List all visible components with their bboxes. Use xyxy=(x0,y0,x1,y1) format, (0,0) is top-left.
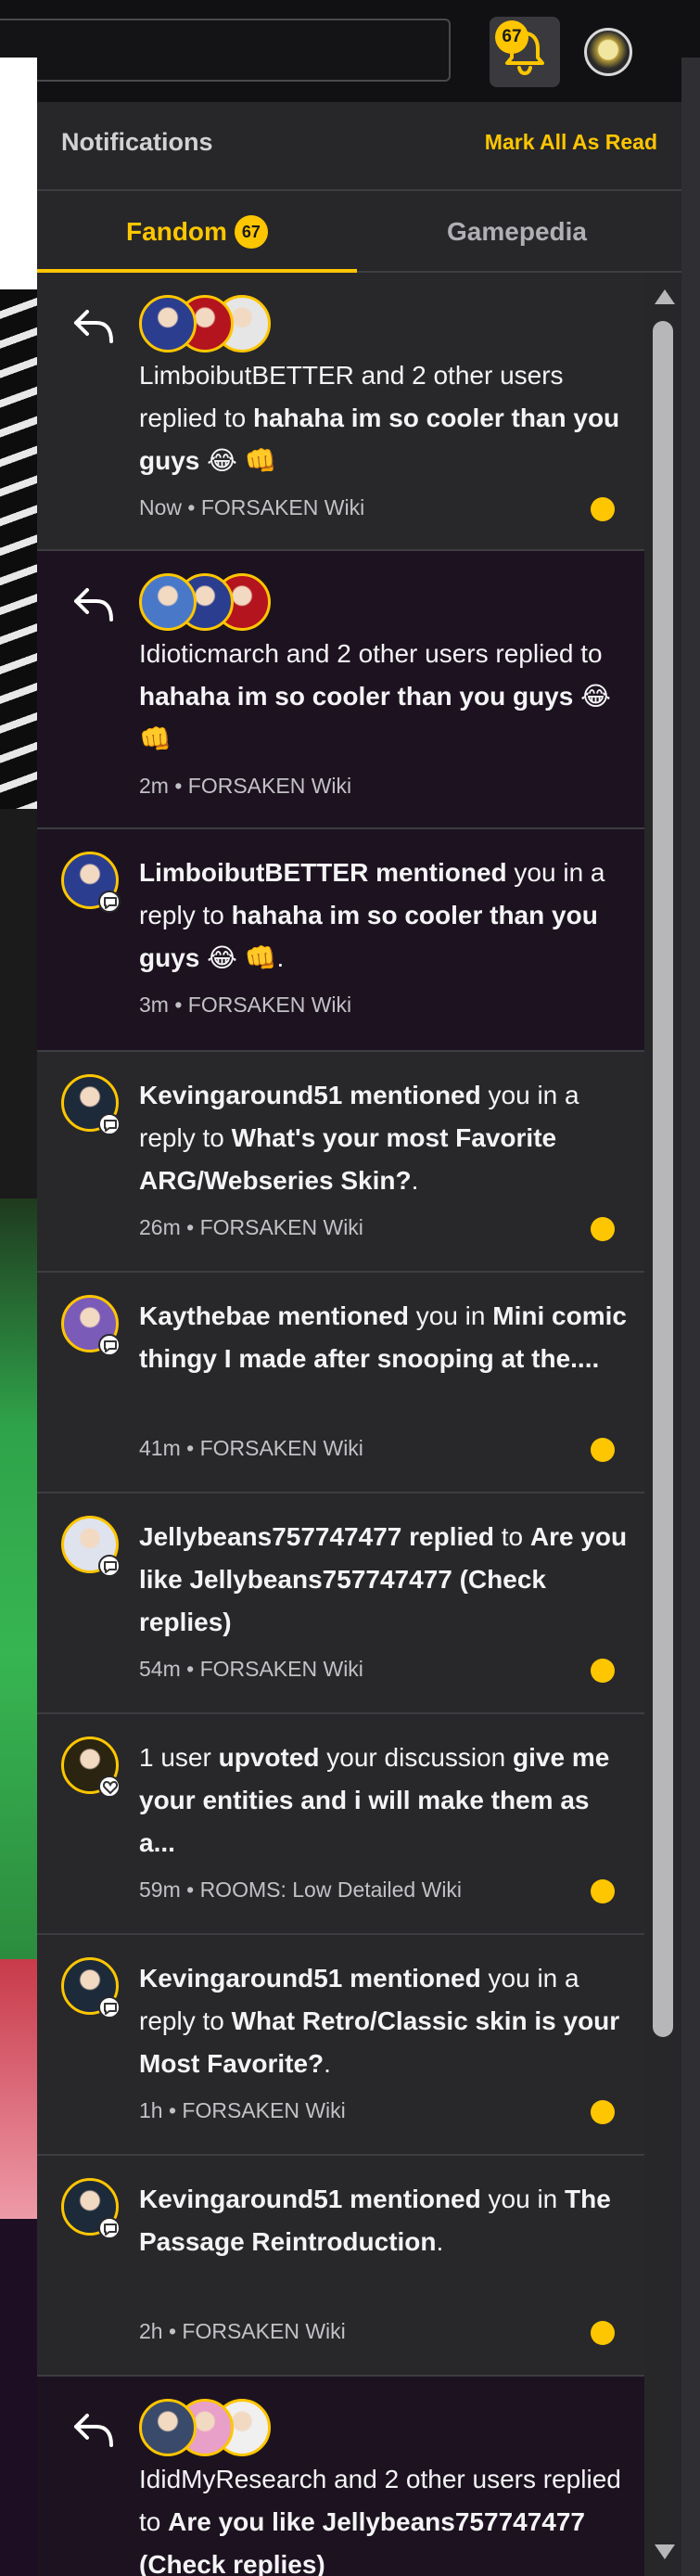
notification-item[interactable]: LimboibutBETTER and 2 other users replie… xyxy=(37,273,644,551)
unread-dot[interactable] xyxy=(591,1217,615,1241)
notification-text-part: Kevingaround51 xyxy=(139,1081,343,1109)
comment-bubble-icon xyxy=(98,891,121,913)
notification-text: Kevingaround51 mentioned you in The Pass… xyxy=(139,2178,630,2263)
notification-item[interactable]: 1 user upvoted your discussion give me y… xyxy=(37,1714,644,1935)
panel-title: Notifications xyxy=(61,128,213,156)
notification-text: 1 user upvoted your discussion give me y… xyxy=(139,1737,630,1865)
notification-list: LimboibutBETTER and 2 other users replie… xyxy=(37,273,644,2576)
notification-count-badge: 67 xyxy=(495,20,528,54)
notification-tabs: Fandom 67 Gamepedia xyxy=(37,189,681,273)
panel-header: Notifications Mark All As Read xyxy=(37,102,681,189)
notification-text: Kevingaround51 mentioned you in a reply … xyxy=(139,1074,630,1202)
notification-meta: 41m • FORSAKEN Wiki xyxy=(139,1436,363,1460)
reply-arrow-icon xyxy=(74,310,113,343)
notification-text-part: to xyxy=(493,1522,530,1551)
notification-meta: 3m • FORSAKEN Wiki xyxy=(139,993,352,1017)
window-edge xyxy=(681,58,700,2576)
notification-text-part: mentioned xyxy=(342,2185,481,2213)
notification-text-part: upvoted xyxy=(218,1743,320,1772)
notification-meta: 1h • FORSAKEN Wiki xyxy=(139,2098,346,2122)
notification-text-part: Kaythebae xyxy=(139,1301,271,1330)
user-avatar[interactable] xyxy=(139,2399,197,2456)
notification-text-part: your discussion xyxy=(319,1743,514,1772)
scrollbar[interactable] xyxy=(644,273,681,2576)
notifications-panel: Notifications Mark All As Read Fandom 67 … xyxy=(37,102,681,2576)
unread-dot[interactable] xyxy=(591,1438,615,1462)
notification-meta: 59m • ROOMS: Low Detailed Wiki xyxy=(139,1878,463,1902)
notification-item[interactable]: Idioticmarch and 2 other users replied t… xyxy=(37,551,644,829)
comment-bubble-icon xyxy=(98,2217,121,2239)
notification-text: IdidMyResearch and 2 other users replied… xyxy=(139,2458,630,2576)
notification-meta: 2m • FORSAKEN Wiki xyxy=(139,774,352,798)
comment-bubble-icon xyxy=(98,1555,121,1577)
notification-meta: 26m • FORSAKEN Wiki xyxy=(139,1215,363,1239)
notification-text-part: Jellybeans757747477 xyxy=(139,1522,402,1551)
notification-item[interactable]: IdidMyResearch and 2 other users replied… xyxy=(37,2377,644,2576)
notification-text-part: . xyxy=(411,1166,419,1195)
notification-text-part: hahaha im so cooler than you guys 😂 👊 xyxy=(139,682,611,753)
notification-text-part: mentioned xyxy=(270,1301,409,1330)
notification-text-part: replied xyxy=(401,1522,494,1551)
search-input[interactable] xyxy=(0,19,451,82)
notification-text-part: . xyxy=(276,943,285,972)
notification-text: Kevingaround51 mentioned you in a reply … xyxy=(139,1957,630,2085)
heart-icon xyxy=(98,1775,121,1798)
tab-gamepedia-label: Gamepedia xyxy=(447,217,587,246)
comment-bubble-icon xyxy=(98,1996,121,2019)
tab-fandom[interactable]: Fandom 67 xyxy=(37,191,357,273)
notifications-button[interactable]: 67 xyxy=(490,17,560,87)
notification-text-part: you in xyxy=(480,2185,566,2213)
notification-text: LimboibutBETTER mentioned you in a reply… xyxy=(139,852,630,980)
notification-text-part: mentioned xyxy=(342,1081,481,1109)
user-avatar[interactable] xyxy=(139,573,197,631)
notification-item[interactable]: Kaythebae mentioned you in Mini comic th… xyxy=(37,1273,644,1493)
unread-dot[interactable] xyxy=(591,2321,615,2345)
notification-item[interactable]: Jellybeans757747477 replied to Are you l… xyxy=(37,1493,644,1714)
notification-item[interactable]: LimboibutBETTER mentioned you in a reply… xyxy=(37,829,644,1052)
unread-dot[interactable] xyxy=(591,497,615,521)
unread-dot[interactable] xyxy=(591,2100,615,2124)
notification-item[interactable]: Kevingaround51 mentioned you in a reply … xyxy=(37,1935,644,2156)
background-art xyxy=(0,58,37,2576)
reply-arrow-icon xyxy=(74,2414,113,2447)
notification-meta: 2h • FORSAKEN Wiki xyxy=(139,2319,346,2343)
notification-text: LimboibutBETTER and 2 other users replie… xyxy=(139,354,630,482)
notification-text-part: mentioned xyxy=(342,1964,481,1993)
notification-meta: 54m • FORSAKEN Wiki xyxy=(139,1657,363,1681)
unread-dot[interactable] xyxy=(591,1879,615,1903)
unread-dot[interactable] xyxy=(591,1659,615,1683)
notification-text-part: LimboibutBETTER xyxy=(139,858,369,887)
notification-item[interactable]: Kevingaround51 mentioned you in a reply … xyxy=(37,1052,644,1273)
comment-bubble-icon xyxy=(98,1334,121,1356)
tab-fandom-label: Fandom xyxy=(126,217,227,246)
notification-text-part: you in xyxy=(408,1301,493,1330)
notification-text: Jellybeans757747477 replied to Are you l… xyxy=(139,1516,630,1644)
scroll-up-arrow-icon[interactable] xyxy=(655,289,675,304)
notification-text: Idioticmarch and 2 other users replied t… xyxy=(139,633,630,761)
scroll-thumb[interactable] xyxy=(653,321,673,2037)
tab-fandom-count-badge: 67 xyxy=(234,215,268,249)
scroll-down-arrow-icon[interactable] xyxy=(655,2544,675,2559)
notification-text-part: Are you like Jellybeans757747477 (Check … xyxy=(139,2507,585,2576)
top-bar: 67 xyxy=(0,0,700,102)
notification-text-part: Idioticmarch and 2 other users replied t… xyxy=(139,639,603,668)
user-avatar[interactable] xyxy=(139,295,197,352)
notification-text-part: Kevingaround51 xyxy=(139,2185,343,2213)
notification-item[interactable]: Kevingaround51 mentioned you in The Pass… xyxy=(37,2156,644,2377)
notification-text-part: mentioned xyxy=(368,858,507,887)
notification-text: Kaythebae mentioned you in Mini comic th… xyxy=(139,1295,630,1380)
mark-all-read-button[interactable]: Mark All As Read xyxy=(485,130,657,155)
comment-bubble-icon xyxy=(98,1113,121,1135)
notification-text-part: 1 user xyxy=(139,1743,219,1772)
notification-meta: Now • FORSAKEN Wiki xyxy=(139,495,365,519)
notification-text-part: Kevingaround51 xyxy=(139,1964,343,1993)
notification-text-part: . xyxy=(324,2049,331,2078)
tab-gamepedia[interactable]: Gamepedia xyxy=(357,191,677,273)
notification-text-part: . xyxy=(436,2227,444,2256)
reply-arrow-icon xyxy=(74,588,113,622)
user-avatar-button[interactable] xyxy=(584,28,632,76)
